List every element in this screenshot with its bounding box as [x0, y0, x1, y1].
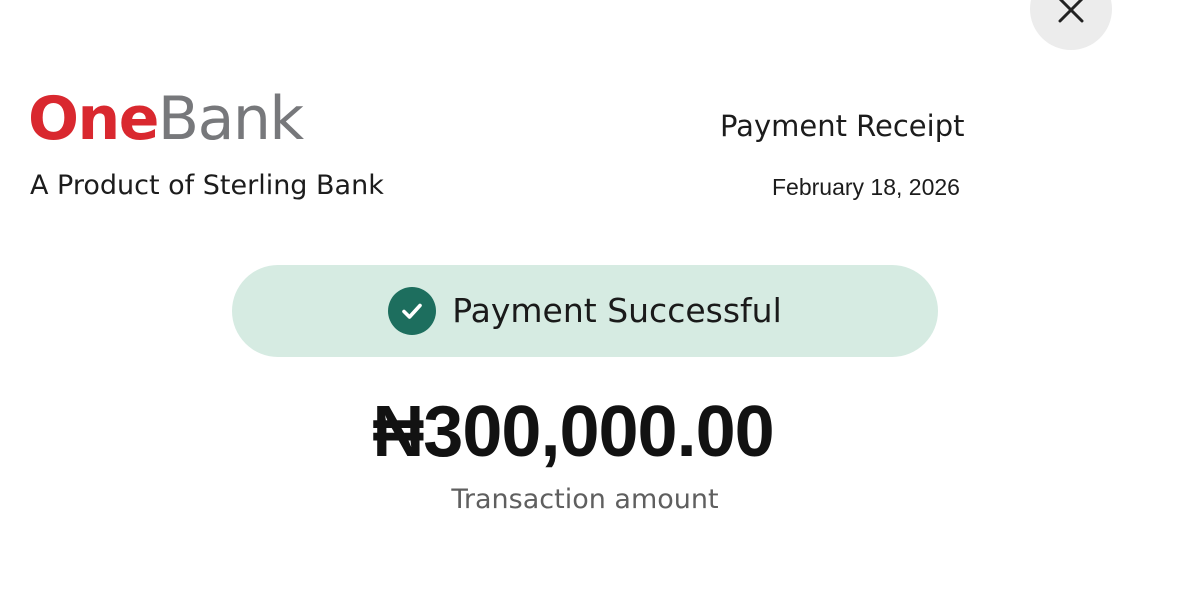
close-icon [1058, 0, 1084, 23]
transaction-amount: ₦300,000.00 [372, 392, 774, 472]
transaction-amount-label: Transaction amount [451, 484, 719, 515]
receipt-date: February 18, 2026 [772, 174, 960, 200]
tagline: A Product of Sterling Bank [30, 170, 384, 201]
status-badge: Payment Successful [232, 265, 938, 357]
receipt-title: Payment Receipt [720, 109, 965, 143]
logo-one-text: One [28, 84, 159, 154]
check-circle-icon [388, 287, 437, 335]
status-text: Payment Successful [452, 291, 782, 330]
close-button[interactable] [1030, 0, 1112, 50]
logo-bank-text: Bank [157, 84, 304, 154]
onebank-logo: One Bank [28, 84, 304, 154]
status-content: Payment Successful [388, 287, 782, 335]
